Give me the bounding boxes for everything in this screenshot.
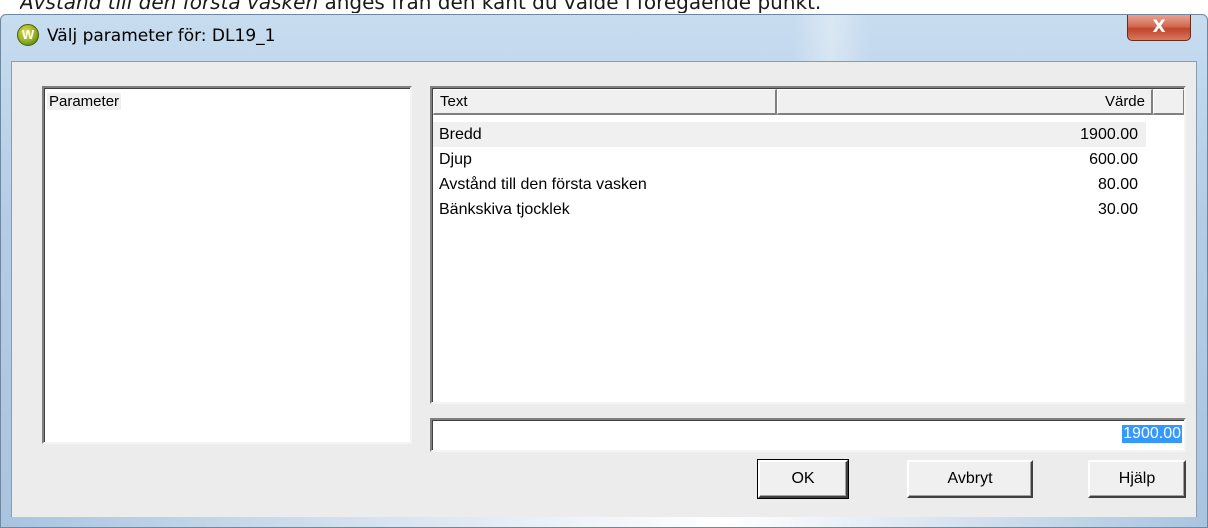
dialog-window: W Välj parameter för: DL19_1 X Parameter… <box>0 14 1208 528</box>
list-row[interactable]: Djup 600.00 <box>433 147 1146 172</box>
document-text: Avstånd till den första vasken anges frå… <box>20 0 822 13</box>
row-value: 30.00 <box>1097 201 1138 218</box>
row-value: 80.00 <box>1097 176 1138 193</box>
row-text: Avstånd till den första vasken <box>439 176 647 193</box>
row-value: 1900.00 <box>1080 126 1138 143</box>
row-text: Bredd <box>439 126 482 143</box>
column-header-value[interactable]: Värde <box>777 89 1153 115</box>
list-row[interactable]: Avstånd till den första vasken 80.00 <box>433 172 1146 197</box>
row-text: Djup <box>439 151 472 168</box>
list-row[interactable]: Bänkskiva tjocklek 30.00 <box>433 197 1146 222</box>
parameter-panel[interactable]: Parameter <box>42 86 412 444</box>
title-bar[interactable]: W Välj parameter för: DL19_1 X <box>1 15 1207 61</box>
dialog-client-area: Parameter Text Värde Bredd 1900.00 Djup … <box>11 61 1197 519</box>
ok-button[interactable]: OK <box>757 459 849 499</box>
cancel-button[interactable]: Avbryt <box>907 460 1033 498</box>
parameter-list[interactable]: Text Värde Bredd 1900.00 Djup 600.00 Avs… <box>430 86 1186 404</box>
help-button[interactable]: Hjälp <box>1088 460 1186 498</box>
close-button[interactable]: X <box>1127 15 1191 41</box>
list-row[interactable]: Bredd 1900.00 <box>433 122 1146 147</box>
column-header-text[interactable]: Text <box>433 89 777 115</box>
value-input[interactable]: 1900.00 <box>430 418 1186 452</box>
parameter-tree-item[interactable]: Parameter <box>47 93 122 110</box>
window-title: Välj parameter för: DL19_1 <box>47 26 276 46</box>
row-text: Bänkskiva tjocklek <box>439 201 570 218</box>
column-header-filler <box>1153 89 1184 115</box>
row-value: 600.00 <box>1089 151 1138 168</box>
window-bottom-border <box>1 517 1207 527</box>
value-input-selected-text: 1900.00 <box>1122 425 1182 443</box>
list-rows: Bredd 1900.00 Djup 600.00 Avstånd till d… <box>433 122 1146 222</box>
app-icon: W <box>17 24 39 46</box>
